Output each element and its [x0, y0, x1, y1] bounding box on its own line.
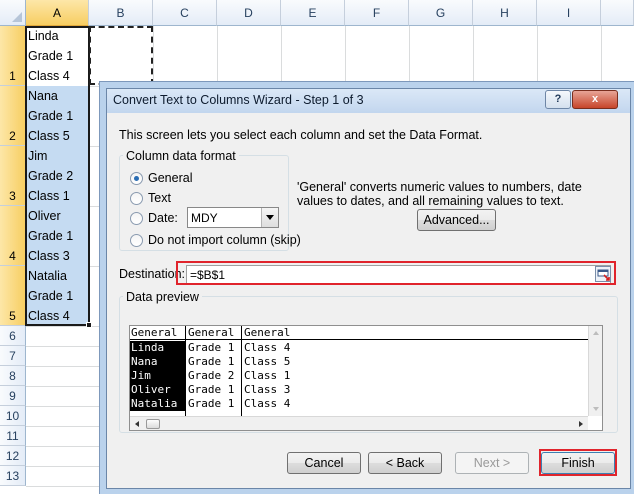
selection-border: [25, 26, 90, 326]
row-header-4[interactable]: 4: [0, 206, 26, 266]
preview-cell: Class 5: [244, 355, 291, 368]
dialog-description: This screen lets you select each column …: [119, 128, 483, 142]
preview-cell: Jim: [130, 369, 185, 383]
row-header-7[interactable]: 7: [0, 346, 26, 366]
column-header-a[interactable]: A: [26, 0, 89, 26]
dialog-titlebar[interactable]: Convert Text to Columns Wizard - Step 1 …: [107, 89, 630, 113]
radio-icon[interactable]: [130, 233, 143, 247]
cancel-button[interactable]: Cancel: [287, 452, 361, 474]
close-button[interactable]: x: [572, 90, 618, 109]
select-all-corner[interactable]: [0, 0, 26, 26]
finish-highlight-box: [539, 449, 617, 476]
column-header-j[interactable]: [601, 0, 634, 26]
preview-cell: Grade 1: [188, 397, 235, 410]
radio-text[interactable]: Text: [130, 189, 171, 207]
text-to-columns-dialog: Convert Text to Columns Wizard - Step 1 …: [106, 88, 631, 489]
row-header-2[interactable]: 2: [0, 86, 26, 146]
radio-general[interactable]: General: [130, 169, 192, 187]
row-header-5[interactable]: 5: [0, 266, 26, 326]
fill-handle[interactable]: [86, 322, 92, 328]
preview-cell: Natalia: [130, 397, 185, 411]
row-header-10[interactable]: 10: [0, 406, 26, 426]
preview-cell: Class 3: [244, 383, 291, 396]
preview-header: General: [131, 326, 178, 339]
preview-header: General: [188, 326, 235, 339]
preview-cell: Class 4: [244, 341, 291, 354]
preview-cell: Grade 1: [188, 355, 235, 368]
row-header-8[interactable]: 8: [0, 366, 26, 386]
row-header-13[interactable]: 13: [0, 466, 26, 486]
row-header-6[interactable]: 6: [0, 326, 26, 346]
preview-cell: Oliver: [130, 383, 185, 397]
row-header-9[interactable]: 9: [0, 386, 26, 406]
row-header-12[interactable]: 12: [0, 446, 26, 466]
preview-header: General: [244, 326, 291, 339]
date-format-value: MDY: [191, 211, 218, 225]
advanced-button[interactable]: Advanced...: [417, 209, 496, 231]
preview-cell: Grade 1: [188, 341, 235, 354]
destination-highlight-box: [176, 261, 616, 285]
column-format-label: Column data format: [123, 149, 239, 163]
scroll-thumb[interactable]: [146, 419, 160, 429]
dialog-title: Convert Text to Columns Wizard - Step 1 …: [113, 93, 364, 107]
radio-icon[interactable]: [130, 191, 143, 205]
data-preview-label: Data preview: [123, 290, 202, 304]
destination-marquee: [89, 26, 153, 85]
radio-checked-icon[interactable]: [130, 171, 143, 185]
column-header-c[interactable]: C: [153, 0, 217, 26]
preview-cell: Grade 1: [188, 383, 235, 396]
preview-cell: Class 1: [244, 369, 291, 382]
radio-label: Date:: [148, 211, 178, 225]
row-header-3[interactable]: 3: [0, 146, 26, 206]
scroll-right-icon[interactable]: [574, 417, 588, 431]
column-header-e[interactable]: E: [281, 0, 345, 26]
format-info-text: 'General' converts numeric values to num…: [297, 180, 582, 208]
scroll-left-icon[interactable]: [130, 417, 144, 431]
scroll-up-icon[interactable]: [589, 326, 603, 340]
preview-horizontal-scrollbar[interactable]: [130, 416, 588, 430]
data-preview-grid[interactable]: General General General Linda Grade 1 Cl…: [129, 325, 603, 431]
back-button[interactable]: < Back: [368, 452, 442, 474]
radio-label: Text: [148, 191, 171, 205]
row-header-11[interactable]: 11: [0, 426, 26, 446]
radio-date[interactable]: Date:: [130, 209, 178, 227]
column-header-i[interactable]: I: [537, 0, 601, 26]
scroll-down-icon[interactable]: [589, 402, 603, 416]
column-header-g[interactable]: G: [409, 0, 473, 26]
column-header-h[interactable]: H: [473, 0, 537, 26]
row-header-1[interactable]: 1: [0, 26, 26, 86]
column-header-f[interactable]: F: [345, 0, 409, 26]
date-format-select[interactable]: MDY: [187, 207, 279, 228]
preview-cell: Nana: [130, 355, 185, 369]
radio-skip[interactable]: Do not import column (skip): [130, 231, 301, 249]
preview-vertical-scrollbar[interactable]: [588, 326, 602, 416]
next-button[interactable]: Next >: [455, 452, 529, 474]
column-header-b[interactable]: B: [89, 0, 153, 26]
chevron-down-icon[interactable]: [261, 208, 278, 227]
column-header-d[interactable]: D: [217, 0, 281, 26]
preview-cell: Class 4: [244, 397, 291, 410]
help-button[interactable]: ?: [545, 90, 571, 109]
radio-label: General: [148, 171, 193, 185]
preview-cell: Linda: [130, 341, 185, 355]
radio-label: Do not import column (skip): [148, 233, 301, 247]
radio-icon[interactable]: [130, 211, 143, 225]
preview-cell: Grade 2: [188, 369, 235, 382]
